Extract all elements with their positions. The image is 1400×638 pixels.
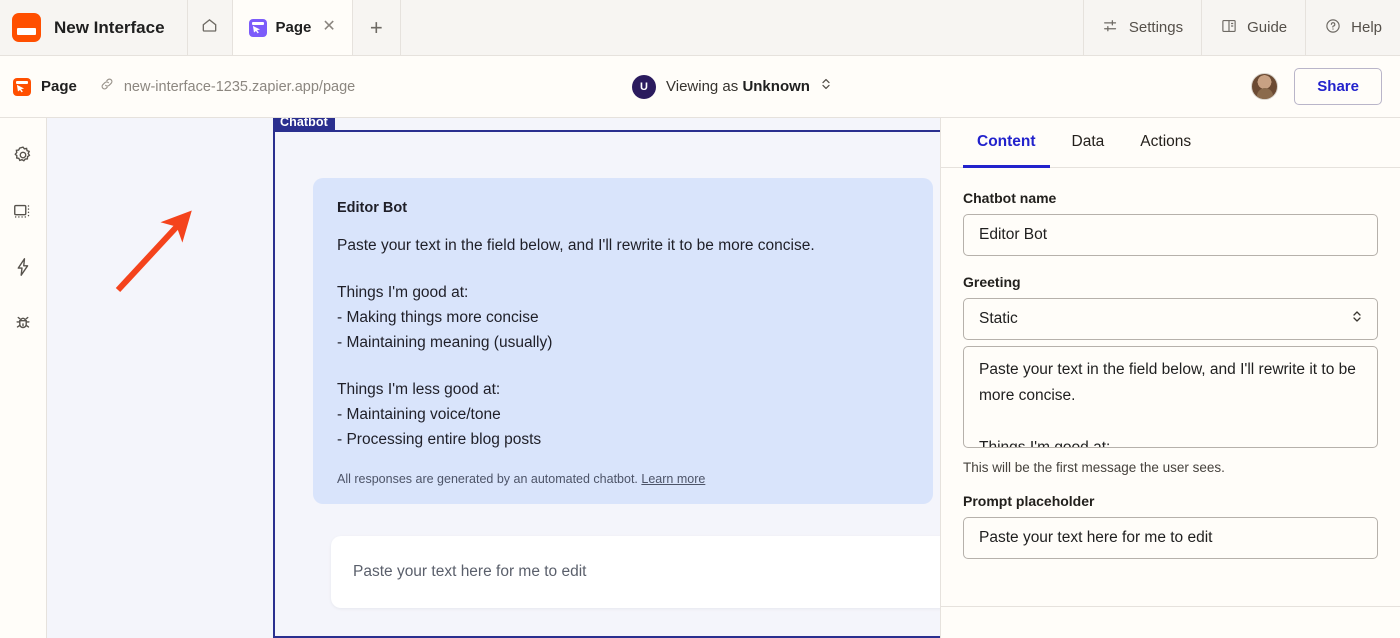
close-icon[interactable]: ✕ (320, 17, 337, 39)
panel-divider (941, 606, 1400, 607)
bot-message-paragraph: Things I'm good at: - Making things more… (337, 284, 553, 351)
disclaimer-text: All responses are generated by an automa… (337, 472, 638, 486)
lightning-bolt-icon[interactable] (8, 252, 38, 282)
settings-gear-icon[interactable] (8, 140, 38, 170)
tab-page[interactable]: Page ✕ (232, 0, 353, 55)
chevron-updown-icon (1351, 308, 1363, 330)
page-url-text: new-interface-1235.zapier.app/page (123, 78, 356, 95)
left-toolbar (0, 118, 47, 638)
book-icon (1220, 17, 1238, 39)
top-bar: New Interface Page ✕ + Settings Guide He… (0, 0, 1400, 56)
page-cursor-icon (248, 18, 267, 37)
breadcrumb-page-label: Page (41, 78, 77, 95)
layout-icon[interactable] (8, 196, 38, 226)
chat-input-placeholder: Paste your text here for me to edit (353, 563, 587, 580)
tab-data[interactable]: Data (1058, 118, 1119, 168)
viewing-as-label: Viewing as Unknown (666, 78, 810, 95)
link-icon (99, 76, 115, 97)
app-root: New Interface Page ✕ + Settings Guide He… (0, 0, 1400, 638)
breadcrumb-page[interactable]: Page (13, 77, 77, 96)
guide-label: Guide (1247, 19, 1288, 36)
chevron-updown-icon (820, 76, 832, 97)
guide-button[interactable]: Guide (1201, 0, 1306, 55)
chat-input-field[interactable]: Paste your text here for me to edit (331, 536, 940, 608)
prompt-placeholder-input[interactable] (963, 517, 1378, 559)
tab-actions[interactable]: Actions (1126, 118, 1205, 168)
page-toolbar: Page new-interface-1235.zapier.app/page … (0, 56, 1400, 118)
avatar: U (632, 74, 656, 99)
help-label: Help (1351, 19, 1382, 36)
viewing-as-selector[interactable]: U Viewing as Unknown (632, 74, 832, 99)
settings-button[interactable]: Settings (1082, 0, 1202, 55)
question-circle-icon (1324, 17, 1342, 39)
user-avatar[interactable] (1251, 73, 1279, 100)
chatbot-component[interactable]: Chatbot Editor Bot Paste your text in th… (273, 118, 940, 638)
home-icon (200, 16, 219, 40)
greeting-type-value: Static (979, 310, 1018, 327)
bot-message-paragraph: Things I'm less good at: - Maintaining v… (337, 381, 542, 448)
red-arrow-annotation (115, 210, 192, 293)
chatbot-name-label: Chatbot name (963, 190, 1057, 206)
learn-more-link[interactable]: Learn more (641, 472, 705, 486)
properties-panel: Content Data Actions Chatbot name Greeti… (940, 118, 1400, 638)
chat-message-bubble: Editor Bot Paste your text in the field … (313, 178, 933, 504)
tab-content[interactable]: Content (963, 118, 1050, 168)
zapier-logo-icon (12, 13, 41, 42)
page-cursor-icon (13, 77, 31, 96)
tab-page-label: Page (275, 19, 312, 36)
chatbot-name-input[interactable] (963, 214, 1378, 256)
prompt-placeholder-label: Prompt placeholder (963, 493, 1095, 509)
brand-area[interactable]: New Interface (0, 0, 188, 55)
share-button[interactable]: Share (1294, 68, 1382, 105)
topbar-spacer (400, 0, 1083, 55)
chat-disclaimer: All responses are generated by an automa… (337, 472, 909, 486)
panel-body: Chatbot name Greeting Static Paste your … (941, 168, 1400, 559)
interface-title: New Interface (54, 17, 165, 37)
bot-message-paragraph: Paste your text in the field below, and … (337, 237, 815, 254)
greeting-label: Greeting (963, 274, 1021, 290)
page-url[interactable]: new-interface-1235.zapier.app/page (99, 76, 355, 97)
greeting-type-select[interactable]: Static (963, 298, 1378, 340)
panel-tabs: Content Data Actions (941, 118, 1400, 168)
bot-name: Editor Bot (337, 200, 408, 216)
toolbar-right-group: Share (1251, 68, 1382, 105)
page-canvas: Chatbot Editor Bot Paste your text in th… (47, 118, 940, 638)
home-tab-button[interactable] (187, 0, 233, 55)
sliders-icon (1102, 17, 1120, 39)
help-button[interactable]: Help (1305, 0, 1400, 55)
component-badge: Chatbot (273, 118, 335, 132)
settings-label: Settings (1128, 19, 1184, 36)
greeting-message-textarea[interactable]: Paste your text in the field below, and … (963, 346, 1378, 448)
viewing-as-name: Unknown (742, 78, 810, 95)
plus-icon[interactable]: + (353, 0, 401, 55)
bug-icon[interactable] (8, 308, 38, 338)
greeting-help-text: This will be the first message the user … (963, 460, 1225, 475)
